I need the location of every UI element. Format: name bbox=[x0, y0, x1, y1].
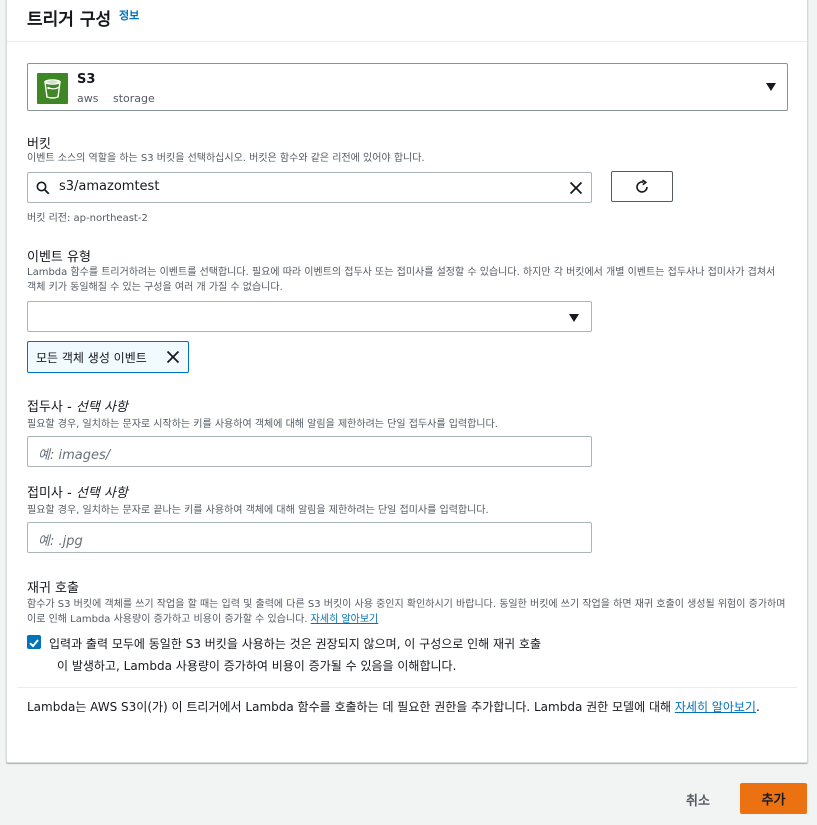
event-type-label: 이벤트 유형 bbox=[27, 250, 91, 265]
suffix-description: 필요할 경우, 일치하는 문자로 끝나는 키를 사용하여 객체에 대해 알림을 … bbox=[27, 505, 489, 516]
prefix-label: 접두사 - 선택 사항 bbox=[27, 396, 128, 415]
s3-bucket-icon bbox=[37, 73, 68, 104]
prefix-input[interactable]: 예: images/ bbox=[27, 436, 592, 467]
panel-title: 트리거 구성 bbox=[27, 10, 112, 30]
prefix-label-text: 접두사 bbox=[27, 400, 63, 415]
caret-down-icon bbox=[766, 83, 776, 91]
recursive-description: 함수가 S3 버킷에 객체를 쓰기 작업을 할 때는 입력 및 출력에 다른 S… bbox=[27, 597, 787, 627]
permission-note-suffix: . bbox=[755, 700, 760, 714]
search-icon bbox=[36, 181, 50, 195]
recursive-ack-text: 입력과 출력 모두에 동일한 S3 버킷을 사용하는 것은 권장되지 않으며, … bbox=[49, 633, 609, 677]
source-tag: aws bbox=[77, 92, 99, 105]
add-button[interactable]: 추가 bbox=[740, 783, 807, 814]
recursive-label: 재귀 호출 bbox=[27, 581, 79, 596]
refresh-icon bbox=[636, 179, 648, 193]
prefix-optional: - 선택 사항 bbox=[67, 400, 128, 415]
bucket-label: 버킷 bbox=[27, 137, 51, 152]
bucket-value: s3/amazomtest bbox=[59, 179, 160, 194]
suffix-input[interactable]: 예: .jpg bbox=[27, 522, 592, 553]
clear-icon[interactable] bbox=[569, 181, 583, 195]
source-name: S3 bbox=[77, 72, 96, 87]
cancel-button[interactable]: 취소 bbox=[673, 784, 723, 814]
learn-more-link[interactable]: 자세히 알아보기 bbox=[311, 614, 379, 625]
event-type-select[interactable] bbox=[27, 301, 592, 332]
recursive-ack-checkbox[interactable] bbox=[27, 635, 41, 649]
prefix-placeholder: 예: images/ bbox=[38, 448, 111, 463]
permission-note-text: Lambda는 AWS S3이(가) 이 트리거에서 Lambda 함수를 호출… bbox=[27, 700, 675, 714]
event-token: 모든 객체 생성 이벤트 bbox=[27, 341, 189, 373]
header-divider bbox=[7, 41, 807, 42]
event-type-description: Lambda 함수를 트리거하려는 이벤트를 선택합니다. 필요에 따라 이벤트… bbox=[27, 267, 776, 293]
permission-note: Lambda는 AWS S3이(가) 이 트리거에서 Lambda 함수를 호출… bbox=[27, 696, 797, 718]
prefix-description: 필요할 경우, 일치하는 문자로 시작하는 키를 사용하여 객체에 대해 알림을… bbox=[27, 419, 498, 430]
remove-token-icon[interactable] bbox=[166, 350, 180, 364]
info-link[interactable]: 정보 bbox=[119, 7, 139, 23]
suffix-label: 접미사 - 선택 사항 bbox=[27, 482, 128, 501]
bucket-search-input[interactable]: s3/amazomtest bbox=[27, 172, 592, 203]
suffix-label-text: 접미사 bbox=[27, 486, 63, 501]
recursive-description-text: 함수가 S3 버킷에 객체를 쓰기 작업을 할 때는 입력 및 출력에 다른 S… bbox=[27, 599, 786, 625]
caret-down-icon bbox=[569, 314, 579, 322]
refresh-button[interactable] bbox=[611, 171, 673, 202]
footer-divider bbox=[17, 687, 797, 688]
ack-line-2: 이 발생하고, Lambda 사용량이 증가하여 비용이 증가될 수 있음을 이… bbox=[57, 659, 457, 673]
suffix-optional: - 선택 사항 bbox=[67, 486, 128, 501]
bucket-region: 버킷 리전: ap-northeast-2 bbox=[27, 213, 148, 224]
checkmark-icon bbox=[29, 639, 39, 648]
trigger-source-select[interactable]: S3 aws storage bbox=[27, 63, 788, 111]
source-tag: storage bbox=[113, 92, 155, 105]
bucket-description: 이벤트 소스의 역할을 하는 S3 버킷을 선택하십시오. 버킷은 함수와 같은… bbox=[27, 153, 425, 164]
ack-line-1: 입력과 출력 모두에 동일한 S3 버킷을 사용하는 것은 권장되지 않으며, … bbox=[49, 637, 541, 651]
trigger-config-panel: 트리거 구성 정보 S3 aws storage 버킷 이벤트 소스의 역할을 … bbox=[6, 0, 808, 763]
event-token-label: 모든 객체 생성 이벤트 bbox=[36, 351, 147, 365]
suffix-placeholder: 예: .jpg bbox=[38, 534, 83, 549]
permission-learn-more-link[interactable]: 자세히 알아보기 bbox=[675, 700, 756, 714]
